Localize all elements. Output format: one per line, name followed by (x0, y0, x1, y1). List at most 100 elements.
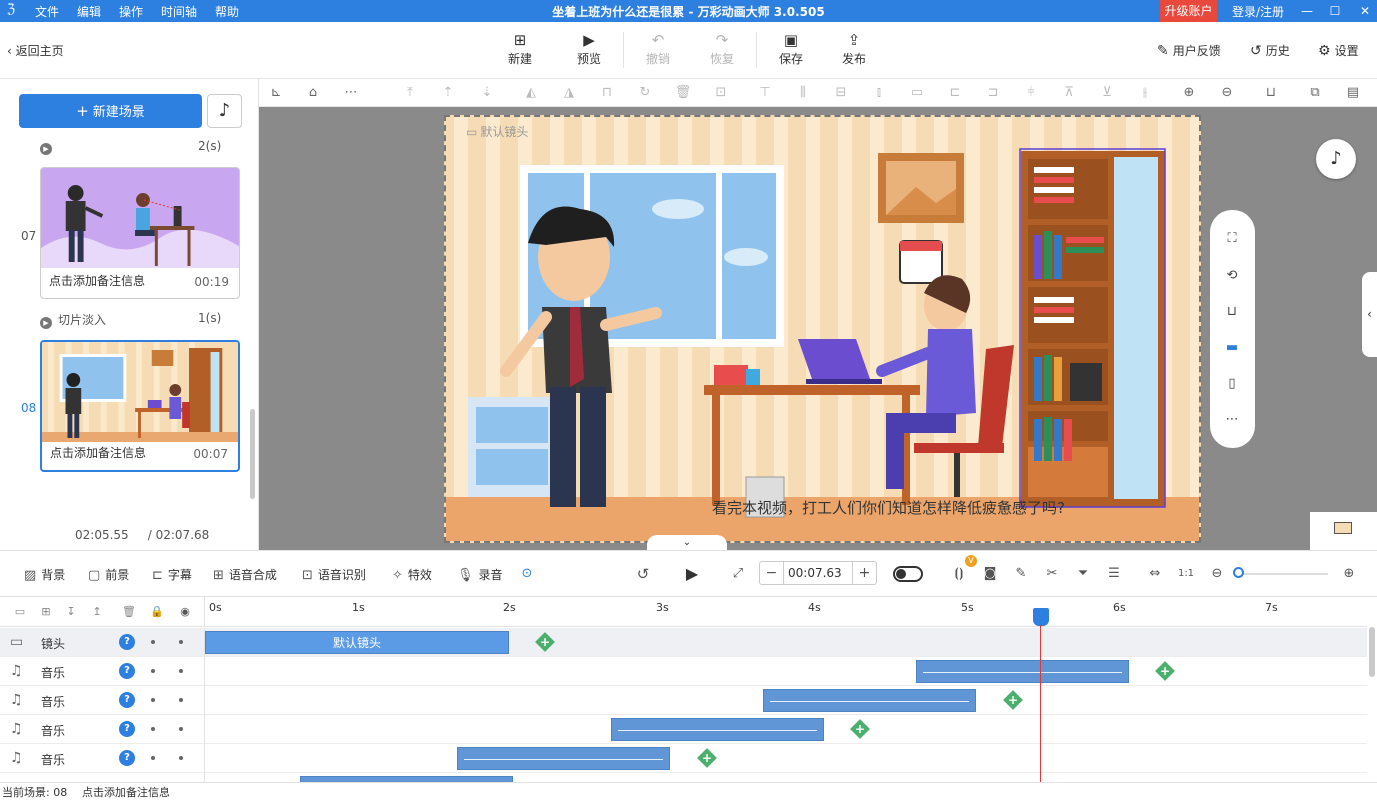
add-keyframe-button[interactable]: + (850, 719, 870, 739)
replace-icon[interactable]: ↻ (635, 84, 655, 102)
zoom-slider-knob[interactable] (1233, 567, 1244, 578)
transition-item[interactable]: ▶ 切片淡入 1(s) (40, 311, 221, 329)
record-button[interactable]: 🎙 录音 (457, 566, 503, 583)
help-icon[interactable]: ? (119, 750, 135, 766)
unlock-icon[interactable]: ⊔ (1222, 302, 1242, 322)
effects-button[interactable]: ✧ 特效 (392, 566, 432, 583)
zoom-in-icon[interactable]: ⊕ (1340, 565, 1358, 583)
music-track[interactable]: ♫ 音乐 ? + (0, 715, 1367, 744)
fit-width-icon[interactable]: ⇔ (1146, 565, 1164, 583)
transition-item[interactable]: ▶ 2(s) (40, 139, 221, 155)
move-down-icon[interactable]: ↧ (63, 604, 79, 620)
home-icon[interactable]: ⌂ (303, 84, 323, 102)
scene-note-input[interactable]: 点击添加备注信息 (82, 784, 170, 800)
delete-icon[interactable]: 🗑 (121, 604, 137, 620)
expand-icon[interactable]: ⤢ (729, 565, 747, 583)
desktop-icon[interactable]: ▬ (1222, 338, 1242, 358)
filter-icon[interactable]: ⏷ (1074, 565, 1092, 583)
align-center-icon[interactable]: ⫩ (1021, 84, 1041, 102)
help-icon[interactable]: ? (119, 634, 135, 650)
same-size-icon[interactable]: ▭ (907, 84, 927, 102)
menu-timeline[interactable]: 时间轴 (161, 3, 197, 20)
more-icon[interactable]: ⋯ (341, 84, 361, 102)
speech-recognition-button[interactable]: ⊡ 语音识别 (302, 566, 366, 583)
menu-operate[interactable]: 操作 (119, 3, 143, 20)
add-keyframe-button[interactable]: + (535, 632, 555, 652)
foreground-button[interactable]: ▢ 前景 (88, 566, 129, 583)
mobile-icon[interactable]: ▯ (1222, 374, 1242, 394)
dot-icon[interactable] (151, 669, 155, 673)
undo-button[interactable]: ↶ 撤销 (633, 30, 683, 67)
dot-icon[interactable] (179, 698, 183, 702)
rotate-icon[interactable]: ⟲ (1222, 266, 1242, 286)
bracket-icon[interactable]: ⦗⦘ (950, 565, 968, 583)
add-keyframe-button[interactable]: + (1003, 690, 1023, 710)
close-icon[interactable]: ✕ (1350, 0, 1377, 22)
menu-help[interactable]: 帮助 (215, 3, 239, 20)
zoom-in-icon[interactable]: ⊕ (1179, 84, 1199, 102)
camera-icon[interactable]: ◙ (981, 565, 999, 583)
subtitle-button[interactable]: ⊏ 字幕 (152, 566, 192, 583)
chevron-down-icon[interactable]: ⌄ (647, 535, 727, 550)
send-backward-icon[interactable]: ⇣ (477, 84, 497, 102)
preview-button[interactable]: ▶ 预览 (564, 30, 614, 67)
dot-icon[interactable] (151, 640, 155, 644)
edit-icon[interactable]: ✎ (1012, 565, 1030, 583)
music-track[interactable]: ♫ 音乐 ? + (0, 657, 1367, 686)
align-middle-icon[interactable]: ⊟ (831, 84, 851, 102)
publish-button[interactable]: ⇪ 发布 (829, 30, 879, 67)
minus-icon[interactable]: − (760, 562, 784, 584)
eye-icon[interactable]: ◉ (177, 604, 193, 620)
help-icon[interactable]: ? (119, 692, 135, 708)
help-icon[interactable]: ? (119, 721, 135, 737)
align-top-icon[interactable]: ⊤ (755, 84, 775, 102)
menu-file[interactable]: 文件 (35, 3, 59, 20)
camera-clip[interactable]: 默认镜头 (205, 631, 509, 654)
delete-icon[interactable]: 🗑 (673, 84, 693, 102)
audio-clip[interactable] (457, 747, 670, 770)
unlock-icon[interactable]: ⊔ (1261, 84, 1281, 102)
history-link[interactable]: ↺ 历史 (1250, 42, 1290, 59)
flip-vertical-icon[interactable]: ◮ (559, 84, 579, 102)
replay-icon[interactable]: ↺ (634, 565, 652, 583)
music-track[interactable]: ♫ 音乐 ? + (0, 686, 1367, 715)
music-note-icon[interactable]: ♪ (207, 94, 242, 128)
scene-note[interactable]: 点击添加备注信息 (50, 444, 146, 461)
add-folder-icon[interactable]: ⊞ (38, 604, 54, 620)
new-button[interactable]: ⊞ 新建 (495, 30, 545, 67)
dot-icon[interactable] (179, 669, 183, 673)
fit-icon[interactable]: ⊡ (711, 84, 731, 102)
audio-clip[interactable] (763, 689, 976, 712)
scene-card[interactable]: 点击添加备注信息 00:19 (40, 167, 240, 299)
maximize-icon[interactable]: ☐ (1320, 0, 1350, 22)
align-top-edge-icon[interactable]: ⊼ (1059, 84, 1079, 102)
distribute-h-icon[interactable]: ⫾ (869, 84, 889, 102)
distribute-v-icon[interactable]: ⫼ (793, 84, 813, 102)
settings-link[interactable]: ⚙ 设置 (1318, 42, 1359, 59)
dot-icon[interactable] (151, 698, 155, 702)
paste-icon[interactable]: ▤ (1343, 84, 1363, 102)
login-link[interactable]: 登录/注册 (1232, 3, 1284, 20)
playhead-handle[interactable] (1033, 608, 1049, 626)
dot-icon[interactable] (151, 727, 155, 731)
bring-to-front-icon[interactable]: ⤒ (400, 84, 420, 102)
bring-forward-icon[interactable]: ⇡ (438, 84, 458, 102)
time-input[interactable]: 00:07.63 (788, 566, 842, 580)
minimap[interactable] (1310, 512, 1377, 550)
dot-icon[interactable] (179, 727, 183, 731)
chevron-left-icon[interactable]: ‹ (1362, 272, 1377, 357)
back-home-button[interactable]: ‹ 返回主页 (7, 42, 64, 59)
zoom-out-icon[interactable]: ⊖ (1208, 565, 1226, 583)
subtitle-text[interactable]: 看完本视频，打工人们你们知道怎样降低疲惫感了吗? (712, 497, 1065, 518)
scrollbar[interactable] (250, 409, 255, 499)
plus-icon[interactable]: + (852, 562, 876, 584)
upgrade-button[interactable]: 升级账户 (1160, 0, 1217, 22)
scene-card-selected[interactable]: 点击添加备注信息 00:07 (40, 340, 240, 472)
save-button[interactable]: ▣ 保存 (766, 30, 816, 67)
align-vcenter-icon[interactable]: ⫲ (1135, 84, 1155, 102)
align-bottom-icon[interactable]: ⊻ (1097, 84, 1117, 102)
tts-button[interactable]: ⊞ 语音合成 (213, 566, 277, 583)
more-icon[interactable]: ⊙ (518, 565, 536, 583)
split-icon[interactable]: ✂ (1043, 565, 1061, 583)
stage[interactable]: ▭ 默认镜头 看完本视频，打工人们你们知道怎样降低疲惫感了吗? (444, 115, 1201, 543)
